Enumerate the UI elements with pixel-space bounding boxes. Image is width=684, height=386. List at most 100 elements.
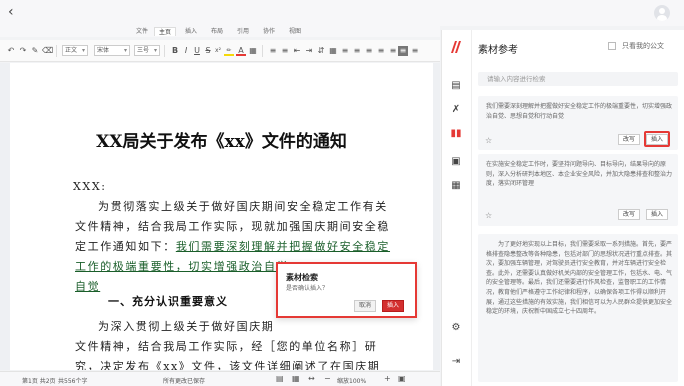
format-toolbar: ↶ ↷ ✎ ⌫ 正文 宋体 三号 B I U S x² ✏ A ▦ ≡ ≡ ⇤ … [0, 40, 440, 62]
align-justify-icon[interactable]: ≡ [376, 46, 386, 56]
insert-button[interactable]: 插入 [646, 209, 668, 220]
line-spacing-icon[interactable]: ≡ [388, 46, 398, 56]
tab-insert[interactable]: 插入 [180, 27, 202, 36]
toolbar-divider [164, 45, 165, 57]
page-count: 第1页 共2页 [22, 378, 56, 385]
card-text: 在实施安全稳定工作时，要坚持问题导向、目标导向，结果导向的原则，深入分析研判本地… [486, 161, 673, 187]
material-panel: ▤ ✗ ▮▮ ▣ ▦ ⚙ ⇥ 素材参考 只看我的公文 请输入内容进行检索 我们需… [441, 30, 684, 386]
number-list-icon[interactable]: ≡ [280, 46, 290, 56]
status-bar: 第1页 共2页 共556个字 所有更改已保存 ▤ ▦ ↔ − 缩放100% + … [0, 371, 440, 386]
rewrite-button[interactable]: 改写 [618, 134, 640, 145]
fullscreen-icon[interactable]: ▣ [398, 374, 406, 383]
zoom-out-icon[interactable]: − [324, 374, 331, 383]
border-icon[interactable]: ▦ [328, 46, 338, 56]
format-painter-icon[interactable]: ✎ [30, 46, 40, 56]
bullet-list-icon[interactable]: ≡ [268, 46, 278, 56]
word-count: 共556个字 [58, 378, 88, 385]
font-select[interactable]: 宋体 [94, 45, 130, 56]
doc-line: 文件精神，结合我局工作实际，现就加强国庆期间安全稳 [75, 220, 390, 233]
star-icon[interactable]: ☆ [485, 136, 492, 145]
panel-title: 素材参考 [478, 45, 518, 56]
tab-home[interactable]: 主页 [154, 27, 176, 36]
clear-format-icon[interactable]: ⌫ [42, 46, 53, 56]
fit-page-icon[interactable]: ↔ [308, 374, 315, 383]
zoom-in-icon[interactable]: + [384, 374, 391, 383]
cancel-button[interactable]: 取消 [354, 300, 376, 312]
confirm-insert-dialog: 素材检索 是否确认插入？ 取消 插入 [276, 262, 417, 318]
doc-line: 为深入贯彻上级关于做好国庆期 [98, 320, 275, 333]
document-icon[interactable]: ▤ [450, 80, 462, 92]
material-card[interactable]: 为了更好地实现以上目标，我们需要采取一系列措施。首先，要严格排查隐患整改等各种隐… [478, 234, 678, 382]
justify-active-icon[interactable]: ≡ [398, 46, 408, 56]
tab-collaborate[interactable]: 协作 [258, 27, 280, 36]
toolbar-divider [56, 45, 57, 57]
bold-button[interactable]: B [170, 46, 180, 56]
card-text: 为了更好地实现以上目标，我们需要采取一系列措施。首先，要严格排查隐患整改等各种隐… [486, 241, 673, 316]
material-card[interactable]: 在实施安全稳定工作时，要坚持问题导向、目标导向，结果导向的原则，深入分析研判本地… [478, 154, 678, 226]
library-icon[interactable]: ▮▮ [450, 128, 462, 140]
align-center-icon[interactable]: ≡ [352, 46, 362, 56]
insert-button-highlight [644, 131, 670, 147]
collapse-icon[interactable]: ⇥ [450, 356, 462, 368]
toolbar-divider [262, 45, 263, 57]
save-status: 所有更改已保存 [163, 378, 206, 385]
more-icon[interactable]: ≡ [410, 46, 420, 56]
view-mode-icon[interactable]: ▦ [292, 374, 300, 383]
doc-salutation: XXX: [73, 180, 107, 193]
superscript-button[interactable]: x² [213, 46, 223, 56]
text-effect-icon[interactable]: ▦ [248, 46, 258, 56]
align-right-icon[interactable]: ≡ [364, 46, 374, 56]
strikethrough-button[interactable]: S [203, 46, 213, 56]
doc-line: 文件精神，结合我局工作实际，经［您的单位名称］研 [75, 340, 378, 353]
redo-icon[interactable]: ↷ [18, 46, 28, 56]
doc-line: 为贯彻落实上级关于做好国庆期间安全稳定工作有关 [98, 200, 388, 213]
inserted-text[interactable]: 我们需要深刻理解并把握做好安全稳定 [176, 240, 390, 253]
search-input[interactable]: 请输入内容进行检索 [478, 72, 678, 86]
highlight-button[interactable]: ✏ [224, 46, 234, 56]
only-mine-checkbox[interactable] [608, 42, 616, 50]
document-page[interactable]: XX局关于发布《xx》文件的通知 XXX: 为贯彻落实上级关于做好国庆期间安全稳… [10, 63, 433, 370]
document-area: XX局关于发布《xx》文件的通知 XXX: 为贯彻落实上级关于做好国庆期间安全稳… [0, 63, 440, 370]
rewrite-button[interactable]: 改写 [618, 209, 640, 220]
inserted-text[interactable]: 自觉 [75, 277, 100, 296]
note-icon[interactable]: ▣ [450, 156, 462, 168]
menu-tabs: 文件 主页 插入 布局 引用 协作 视图 [0, 26, 440, 37]
font-color-button[interactable]: A [236, 46, 246, 56]
italic-button[interactable]: I [181, 46, 191, 56]
size-select[interactable]: 三号 [134, 45, 160, 56]
only-mine-label: 只看我的公文 [622, 42, 664, 50]
zoom-level: 缩放100% [337, 378, 367, 385]
brand-logo-icon [451, 41, 461, 53]
card-text: 我们需要深刻理解并把握做好安全稳定工作的极端重要性，切实增强政治自觉、思想自觉和… [486, 103, 673, 120]
doc-line: 究，决定发布《xx》文件，该文件详细阐述了在国庆期 [75, 360, 381, 370]
underline-button[interactable]: U [192, 46, 202, 56]
doc-line-text: 定工作通知如下： [75, 240, 176, 253]
star-icon[interactable]: ☆ [485, 211, 492, 220]
tab-layout[interactable]: 布局 [206, 27, 228, 36]
avatar-icon[interactable] [654, 5, 670, 21]
tools-icon[interactable]: ✗ [450, 104, 462, 116]
align-left-icon[interactable]: ≡ [340, 46, 350, 56]
document-title: XX局关于发布《xx》文件的通知 [96, 132, 347, 152]
indent-icon[interactable]: ⇥ [304, 46, 314, 56]
tab-file[interactable]: 文件 [131, 27, 153, 36]
panel-sidebar: ▤ ✗ ▮▮ ▣ ▦ ⚙ ⇥ [442, 30, 472, 386]
outdent-icon[interactable]: ⇤ [292, 46, 302, 56]
tab-reference[interactable]: 引用 [232, 27, 254, 36]
dialog-message: 是否确认插入？ [286, 285, 329, 292]
section-heading: 一、充分认识重要意义 [108, 295, 228, 308]
back-icon[interactable]: ‹ [8, 5, 22, 19]
doc-line: 定工作通知如下：我们需要深刻理解并把握做好安全稳定 [75, 237, 390, 256]
sort-icon[interactable]: ⇵ [316, 46, 326, 56]
undo-icon[interactable]: ↶ [6, 46, 16, 56]
settings-icon[interactable]: ⚙ [450, 322, 462, 334]
dialog-title: 素材检索 [286, 273, 318, 282]
tab-view[interactable]: 视图 [284, 27, 306, 36]
top-bar: ‹ [0, 0, 684, 26]
style-select[interactable]: 正文 [62, 45, 88, 56]
inserted-text[interactable]: 工作的极端重要性，切实增强政治自觉、 [75, 257, 302, 276]
material-card[interactable]: 我们需要深刻理解并把握做好安全稳定工作的极端重要性，切实增强政治自觉、思想自觉和… [478, 96, 678, 150]
view-mode-icon[interactable]: ▤ [276, 374, 284, 383]
save-icon[interactable]: ▦ [450, 180, 462, 192]
confirm-insert-button[interactable]: 插入 [382, 300, 404, 312]
